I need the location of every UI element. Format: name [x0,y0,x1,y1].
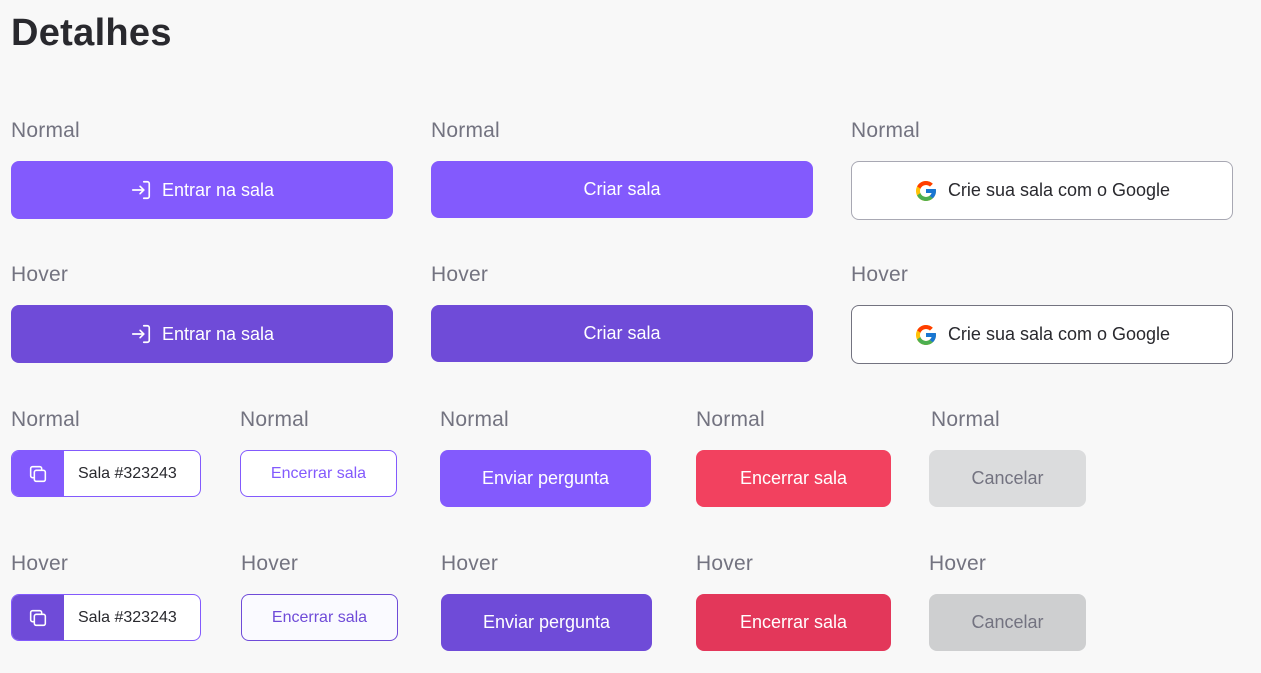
page-title: Detalhes [11,12,172,54]
state-label-hover: Hover [929,552,987,575]
google-create-room-button[interactable]: Crie sua sala com o Google [851,161,1233,220]
room-code-text: Sala #323243 [78,608,177,626]
send-question-button[interactable]: Enviar pergunta [440,450,651,507]
cancel-button[interactable]: Cancelar [929,450,1086,507]
close-room-label: Encerrar sala [739,468,848,488]
state-label-normal: Normal [440,408,509,431]
google-logo-icon [914,323,938,347]
state-label-normal: Normal [11,408,80,431]
state-label-normal: Normal [240,408,309,431]
create-room-button-hover[interactable]: Criar sala [431,305,813,362]
send-question-label: Enviar pergunta [482,612,611,632]
state-label-hover: Hover [11,263,69,286]
state-label-normal: Normal [431,119,500,142]
close-room-label: Encerrar sala [271,608,368,626]
room-code-button[interactable]: Sala #323243 [11,450,201,497]
google-logo-icon [914,179,938,203]
room-code-text: Sala #323243 [78,464,177,482]
send-question-button-hover[interactable]: Enviar pergunta [441,594,652,651]
create-room-label: Criar sala [583,323,661,343]
close-room-outline-button[interactable]: Encerrar sala [240,450,397,497]
enter-room-label: Entrar na sala [161,323,275,344]
state-label-normal: Normal [11,119,80,142]
room-code-button-hover[interactable]: Sala #323243 [11,594,201,641]
copy-icon [12,451,64,496]
state-label-hover: Hover [241,552,299,575]
enter-room-button-hover[interactable]: Entrar na sala [11,305,393,363]
create-room-label: Criar sala [583,179,661,199]
close-room-button-hover[interactable]: Encerrar sala [696,594,891,651]
google-create-room-button-hover[interactable]: Crie sua sala com o Google [851,305,1233,364]
enter-room-button[interactable]: Entrar na sala [11,161,393,219]
close-room-label: Encerrar sala [270,464,367,482]
close-room-outline-button-hover[interactable]: Encerrar sala [241,594,398,641]
state-label-normal: Normal [851,119,920,142]
cancel-button-hover[interactable]: Cancelar [929,594,1086,651]
state-label-hover: Hover [851,263,909,286]
close-room-label: Encerrar sala [739,612,848,632]
send-question-label: Enviar pergunta [481,468,610,488]
state-label-normal: Normal [931,408,1000,431]
state-label-hover: Hover [11,552,69,575]
create-room-button[interactable]: Criar sala [431,161,813,218]
cancel-label: Cancelar [971,612,1044,632]
cancel-label: Cancelar [971,468,1044,488]
log-in-icon [130,323,152,345]
enter-room-label: Entrar na sala [161,179,275,200]
copy-icon [12,595,64,640]
state-label-hover: Hover [441,552,499,575]
state-label-normal: Normal [696,408,765,431]
state-label-hover: Hover [431,263,489,286]
google-button-label: Crie sua sala com o Google [947,180,1171,200]
state-label-hover: Hover [696,552,754,575]
log-in-icon [130,179,152,201]
close-room-button[interactable]: Encerrar sala [696,450,891,507]
google-button-label: Crie sua sala com o Google [947,324,1171,344]
